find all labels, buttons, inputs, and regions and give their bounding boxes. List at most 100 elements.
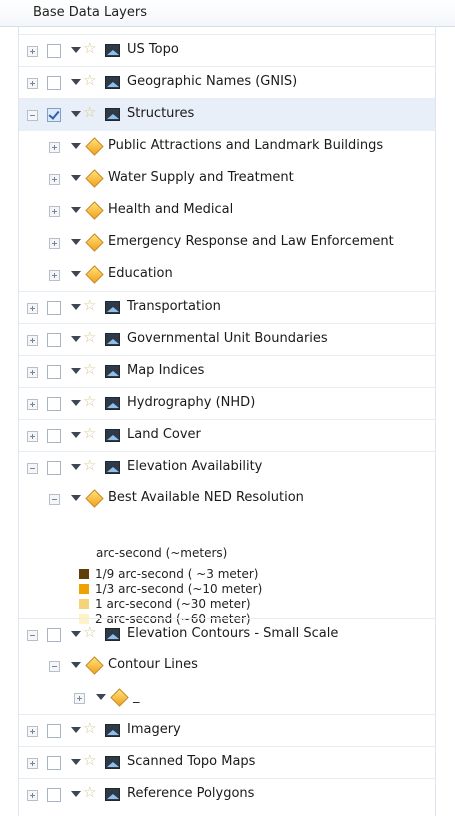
- layer-label[interactable]: Governmental Unit Boundaries: [127, 331, 328, 346]
- favorite-star-icon[interactable]: ☆: [83, 785, 96, 800]
- sublayer-label[interactable]: _: [133, 689, 140, 704]
- expand-toggle[interactable]: [49, 206, 60, 217]
- layer-visibility-checkbox[interactable]: [47, 333, 61, 347]
- layer-label[interactable]: Elevation Availability: [127, 459, 262, 474]
- layer-options-dropdown-icon[interactable]: [71, 175, 81, 181]
- layer-options-dropdown-icon[interactable]: [71, 791, 81, 797]
- layer-visibility-checkbox[interactable]: [47, 756, 61, 770]
- favorite-star-icon[interactable]: ☆: [83, 394, 96, 409]
- layer-visibility-checkbox[interactable]: [47, 397, 61, 411]
- layer-label[interactable]: Land Cover: [127, 427, 201, 442]
- expand-toggle[interactable]: [49, 174, 60, 185]
- expand-toggle[interactable]: [27, 367, 38, 378]
- layer-row-hydrography-nhd[interactable]: ☆ Hydrography (NHD): [19, 387, 435, 420]
- layer-options-dropdown-icon[interactable]: [96, 694, 106, 700]
- expand-toggle[interactable]: [27, 303, 38, 314]
- expand-toggle[interactable]: [27, 726, 38, 737]
- layer-row-emergency-response-and-law-enforcement[interactable]: Emergency Response and Law Enforcement: [19, 227, 435, 259]
- layer-visibility-checkbox[interactable]: [47, 628, 61, 642]
- expand-toggle[interactable]: [27, 431, 38, 442]
- layer-visibility-checkbox[interactable]: [47, 301, 61, 315]
- expand-toggle[interactable]: [27, 46, 38, 57]
- expand-toggle[interactable]: [27, 78, 38, 89]
- expand-toggle[interactable]: [49, 238, 60, 249]
- sublayer-label[interactable]: Contour Lines: [108, 657, 198, 672]
- layer-options-dropdown-icon[interactable]: [71, 336, 81, 342]
- expand-toggle[interactable]: [49, 270, 60, 281]
- layer-options-dropdown-icon[interactable]: [71, 495, 81, 501]
- expand-toggle[interactable]: [27, 335, 38, 346]
- sublayer-label[interactable]: Health and Medical: [108, 202, 233, 217]
- sublayer-label[interactable]: Water Supply and Treatment: [108, 170, 294, 185]
- layer-options-dropdown-icon[interactable]: [71, 47, 81, 53]
- expand-toggle[interactable]: [49, 142, 60, 153]
- expand-toggle[interactable]: [27, 790, 38, 801]
- layer-row-public-attractions-and-landmark-buildings[interactable]: Public Attractions and Landmark Building…: [19, 131, 435, 163]
- layer-label[interactable]: Scanned Topo Maps: [127, 754, 255, 769]
- favorite-star-icon[interactable]: ☆: [83, 426, 96, 441]
- favorite-star-icon[interactable]: ☆: [83, 721, 96, 736]
- layer-label[interactable]: Imagery: [127, 722, 181, 737]
- favorite-star-icon[interactable]: ☆: [83, 298, 96, 313]
- layer-row-transportation[interactable]: ☆ Transportation: [19, 291, 435, 324]
- layer-options-dropdown-icon[interactable]: [71, 759, 81, 765]
- layer-visibility-checkbox[interactable]: [47, 76, 61, 90]
- layer-row-us-topo[interactable]: ☆ US Topo: [19, 34, 435, 67]
- sublayer-label[interactable]: Education: [108, 266, 173, 281]
- favorite-star-icon[interactable]: ☆: [83, 105, 96, 120]
- layer-options-dropdown-icon[interactable]: [71, 727, 81, 733]
- layer-row-land-cover[interactable]: ☆ Land Cover: [19, 419, 435, 452]
- layer-row-education[interactable]: Education: [19, 259, 435, 291]
- favorite-star-icon[interactable]: ☆: [83, 458, 96, 473]
- layer-options-dropdown-icon[interactable]: [71, 662, 81, 668]
- layer-options-dropdown-icon[interactable]: [71, 368, 81, 374]
- sublayer-label[interactable]: Best Available NED Resolution: [108, 490, 304, 505]
- expand-toggle[interactable]: [27, 758, 38, 769]
- layer-visibility-checkbox[interactable]: [47, 461, 61, 475]
- collapse-toggle[interactable]: [49, 494, 60, 505]
- layer-visibility-checkbox[interactable]: [47, 724, 61, 738]
- expand-toggle[interactable]: [27, 399, 38, 410]
- layer-row-reference-polygons[interactable]: ☆ Reference Polygons: [19, 778, 435, 811]
- layer-options-dropdown-icon[interactable]: [71, 207, 81, 213]
- layer-row-best-available-ned-resolution[interactable]: Best Available NED Resolution: [19, 483, 435, 515]
- layer-row-health-and-medical[interactable]: Health and Medical: [19, 195, 435, 227]
- layer-options-dropdown-icon[interactable]: [71, 432, 81, 438]
- layer-label[interactable]: Geographic Names (GNIS): [127, 74, 297, 89]
- layer-visibility-checkbox[interactable]: [47, 44, 61, 58]
- layer-row-scanned-topo-maps[interactable]: ☆ Scanned Topo Maps: [19, 746, 435, 779]
- favorite-star-icon[interactable]: ☆: [83, 625, 96, 640]
- favorite-star-icon[interactable]: ☆: [83, 362, 96, 377]
- layer-visibility-checkbox[interactable]: [47, 429, 61, 443]
- layer-row-blank[interactable]: _: [19, 682, 435, 714]
- layer-row-water-supply-and-treatment[interactable]: Water Supply and Treatment: [19, 163, 435, 195]
- layer-options-dropdown-icon[interactable]: [71, 143, 81, 149]
- layer-row-elevation-availability[interactable]: ☆ Elevation Availability: [19, 451, 435, 484]
- layer-label[interactable]: Elevation Contours - Small Scale: [127, 626, 338, 641]
- favorite-star-icon[interactable]: ☆: [83, 73, 96, 88]
- sublayer-label[interactable]: Emergency Response and Law Enforcement: [108, 234, 394, 249]
- layer-options-dropdown-icon[interactable]: [71, 111, 81, 117]
- collapse-toggle[interactable]: [49, 661, 60, 672]
- layer-label[interactable]: Hydrography (NHD): [127, 395, 255, 410]
- favorite-star-icon[interactable]: ☆: [83, 753, 96, 768]
- layer-row-structures[interactable]: ☆ Structures: [19, 98, 435, 131]
- collapse-toggle[interactable]: [27, 463, 38, 474]
- layer-options-dropdown-icon[interactable]: [71, 239, 81, 245]
- layer-row-imagery[interactable]: ☆ Imagery: [19, 714, 435, 747]
- layer-label[interactable]: Map Indices: [127, 363, 204, 378]
- layer-label[interactable]: US Topo: [127, 42, 179, 57]
- layer-visibility-checkbox[interactable]: [47, 365, 61, 379]
- layer-options-dropdown-icon[interactable]: [71, 271, 81, 277]
- layer-options-dropdown-icon[interactable]: [71, 79, 81, 85]
- layer-options-dropdown-icon[interactable]: [71, 464, 81, 470]
- layer-options-dropdown-icon[interactable]: [71, 631, 81, 637]
- layer-label[interactable]: Structures: [127, 106, 194, 121]
- collapse-toggle[interactable]: [27, 630, 38, 641]
- layer-visibility-checkbox[interactable]: [47, 788, 61, 802]
- layer-row-contour-lines[interactable]: Contour Lines: [19, 650, 435, 682]
- layer-row-geographic-names-gnis[interactable]: ☆ Geographic Names (GNIS): [19, 66, 435, 99]
- layer-label[interactable]: Reference Polygons: [127, 786, 254, 801]
- layer-row-map-indices[interactable]: ☆ Map Indices: [19, 355, 435, 388]
- layer-visibility-checkbox[interactable]: [47, 108, 61, 122]
